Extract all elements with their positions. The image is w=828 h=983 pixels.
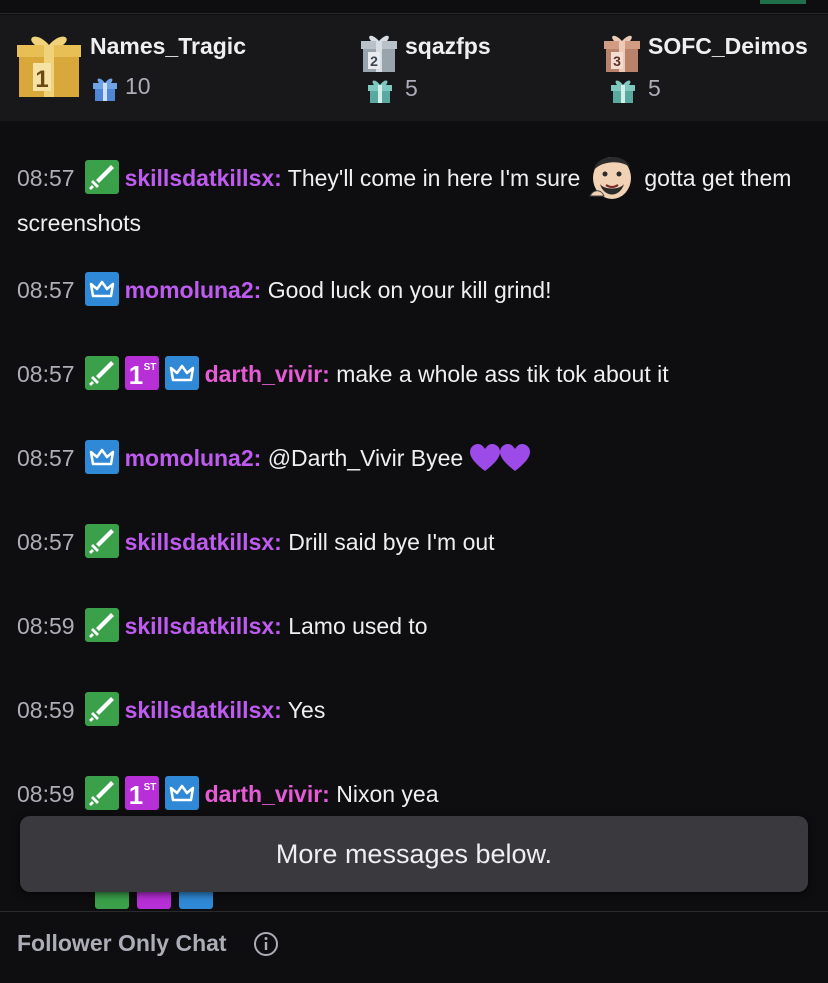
sword-badge-icon[interactable] [84, 356, 119, 390]
crown-badge-icon[interactable] [84, 440, 119, 474]
leader-name: Names_Tragic [90, 33, 246, 59]
message-text: Good luck on your kill grind! [267, 277, 552, 303]
message-text: Yes [287, 697, 326, 723]
timestamp: 08:59 [17, 613, 75, 639]
crown-badge-icon[interactable] [164, 776, 199, 810]
gold-gift-icon: 1 [17, 36, 81, 97]
timestamp: 08:59 [17, 697, 75, 723]
leader-2[interactable]: 2 sqazfps 5 [361, 33, 561, 103]
chat-message[interactable]: 08:57 1 ST darth_vivir: make a whole ass ti… [17, 355, 812, 394]
leader-1[interactable]: 1 Names_Tragic 10 [17, 33, 317, 103]
more-messages-button[interactable]: More messages below. [20, 816, 808, 892]
svg-text:3: 3 [613, 53, 621, 69]
sword-badge-icon[interactable] [84, 608, 119, 642]
timestamp: 08:57 [17, 165, 75, 191]
message-text: Drill said bye I'm out [288, 529, 495, 555]
gift-icon [368, 80, 392, 103]
sword-badge-icon[interactable] [84, 692, 119, 726]
timestamp: 08:57 [17, 445, 75, 471]
gift-count: 10 [125, 73, 151, 99]
username[interactable]: skillsdatkillsx: [125, 529, 282, 555]
gift-icon [611, 80, 635, 103]
sword-badge-icon[interactable] [84, 524, 119, 558]
svg-text:1: 1 [35, 66, 48, 93]
top-accent [760, 0, 806, 4]
bronze-gift-icon: 3 [604, 35, 640, 72]
username[interactable]: darth_vivir: [205, 361, 330, 387]
chat-message[interactable]: 08:59 skillsdatkillsx: Lamo used to [17, 607, 812, 646]
info-icon[interactable] [253, 931, 279, 957]
timestamp: 08:59 [17, 781, 75, 807]
username[interactable]: skillsdatkillsx: [125, 165, 282, 191]
first-badge-icon[interactable]: 1 ST [124, 356, 159, 390]
username[interactable]: darth_vivir: [205, 781, 330, 807]
purple-heart-icon [469, 444, 500, 471]
leader-3[interactable]: 3 SOFC_Deimos 5 [604, 33, 819, 103]
username[interactable]: skillsdatkillsx: [125, 697, 282, 723]
timestamp: 08:57 [17, 361, 75, 387]
message-text: make a whole ass tik tok about it [336, 361, 669, 387]
chat-message[interactable]: 08:57 skillsdatkillsx: Drill said bye I'm… [17, 523, 812, 562]
chat-footer: Follower Only Chat [0, 911, 828, 983]
gift-icon [93, 78, 117, 101]
message-text: @Darth_Vivir Byee [267, 445, 464, 471]
timestamp: 08:57 [17, 529, 75, 555]
svg-text:ST: ST [143, 362, 156, 373]
svg-text:ST: ST [143, 782, 156, 793]
leader-name: sqazfps [405, 33, 491, 59]
silver-gift-icon: 2 [361, 35, 397, 72]
gift-leaderboard: 1 Names_Tragic 10 2 sqazfps 5 3 SOFC_Dei… [0, 15, 828, 121]
follower-only-chat-label: Follower Only Chat [17, 930, 227, 956]
chat-message[interactable]: 08:57 momoluna2: Good luck on your kill g… [17, 271, 812, 310]
username[interactable]: momoluna2: [125, 277, 262, 303]
message-text: Lamo used to [288, 613, 428, 639]
svg-text:1: 1 [128, 360, 142, 390]
face-emote-icon[interactable] [584, 148, 640, 204]
first-badge-icon[interactable]: 1 ST [124, 776, 159, 810]
timestamp: 08:57 [17, 277, 75, 303]
username[interactable]: momoluna2: [125, 445, 262, 471]
chat-message[interactable]: 08:59 1 ST darth_vivir: Nixon yea [17, 775, 812, 814]
gift-count: 5 [648, 75, 661, 101]
username[interactable]: skillsdatkillsx: [125, 613, 282, 639]
leader-name: SOFC_Deimos [648, 33, 808, 59]
crown-badge-icon[interactable] [164, 356, 199, 390]
top-strip [0, 0, 828, 14]
chat-message[interactable]: 08:59 skillsdatkillsx: Yes [17, 691, 812, 730]
message-text: Nixon yea [336, 781, 439, 807]
svg-text:2: 2 [370, 53, 378, 69]
message-text: They'll come in here I'm sure [287, 165, 581, 191]
crown-badge-icon[interactable] [84, 272, 119, 306]
chat-messages[interactable]: 08:57 skillsdatkillsx: They'll come in he… [0, 121, 828, 911]
purple-heart-icon [499, 444, 530, 471]
chat-message[interactable]: 08:57 skillsdatkillsx: They'll come in he… [17, 148, 812, 243]
chat-message[interactable]: 08:57 momoluna2: @Darth_Vivir Byee [17, 439, 812, 478]
sword-badge-icon[interactable] [84, 160, 119, 194]
svg-text:1: 1 [128, 780, 142, 810]
gift-count: 5 [405, 75, 418, 101]
sword-badge-icon[interactable] [84, 776, 119, 810]
